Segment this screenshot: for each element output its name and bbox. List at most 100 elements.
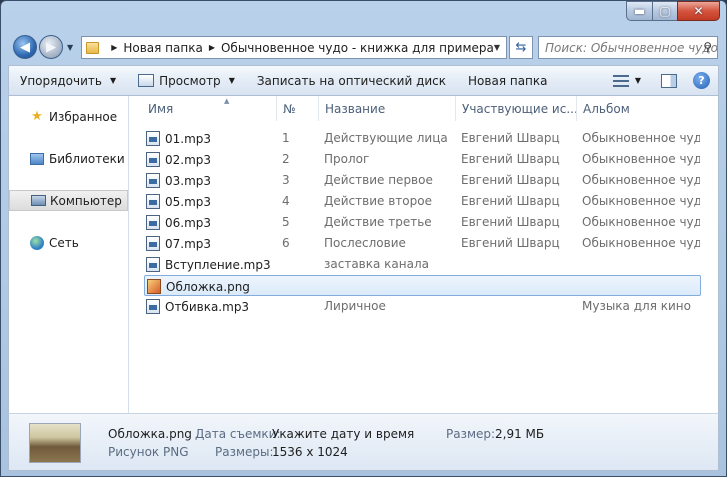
chevron-down-icon: ▼: [109, 76, 117, 85]
file-name-cell: 06.mp3: [146, 215, 276, 230]
arrow-right-icon: ▶: [46, 39, 56, 55]
back-button[interactable]: ◀: [13, 35, 37, 59]
breadcrumb-separator-icon[interactable]: ▶: [111, 43, 117, 52]
details-date-value[interactable]: Укажите дату и время: [272, 427, 414, 441]
recent-pages-dropdown[interactable]: ▼: [67, 43, 73, 52]
file-artist-cell: Евгений Шварц: [461, 173, 560, 187]
breadcrumb-item[interactable]: Обычновенное чудо - книжка для примера: [221, 41, 494, 55]
nav-item-computer[interactable]: Компьютер: [9, 190, 128, 211]
file-title-cell: заставка канала: [324, 257, 429, 271]
minimize-button[interactable]: ▬: [626, 1, 652, 21]
chevron-down-icon: ▼: [228, 76, 235, 85]
organize-button[interactable]: Упорядочить ▼: [9, 66, 127, 95]
refresh-button[interactable]: ⇆: [509, 36, 533, 59]
file-name: 05.mp3: [165, 194, 212, 209]
file-name-cell: 03.mp3: [146, 173, 276, 188]
file-title-cell: Послесловие: [324, 236, 406, 250]
file-row[interactable]: 02.mp3 2 Пролог Евгений Шварц Обыкновенное ч…: [144, 149, 701, 170]
file-name: Обложка.png: [166, 279, 250, 294]
file-name: 07.mp3: [165, 236, 212, 251]
help-button[interactable]: ?: [693, 72, 710, 89]
view-button[interactable]: Просмотр ▼: [127, 66, 246, 95]
details-filename: Обложка.png: [108, 427, 192, 441]
file-name-cell: 01.mp3: [146, 131, 276, 146]
computer-icon: [30, 193, 46, 209]
file-title-cell: Действие первое: [324, 173, 433, 187]
address-dropdown-icon[interactable]: ▼: [494, 43, 500, 52]
file-title-cell: Действие третье: [324, 215, 432, 229]
file-name: Отбивка.mp3: [165, 299, 250, 314]
file-title-cell: Пролог: [324, 152, 370, 166]
forward-button[interactable]: ▶: [39, 35, 63, 59]
column-header-title[interactable]: Название: [319, 96, 456, 121]
details-dims-value: 1536 x 1024: [272, 445, 348, 459]
nav-item-network[interactable]: Сеть: [9, 232, 128, 253]
column-header-number[interactable]: №: [277, 96, 319, 121]
file-name-cell: Отбивка.mp3: [146, 299, 276, 314]
file-album-cell: Обыкновенное чудо: [582, 173, 700, 187]
view-options-icon[interactable]: [612, 74, 629, 87]
file-row[interactable]: Вступление.mp3 заставка канала: [144, 254, 701, 275]
nav-item-libraries[interactable]: Библиотеки: [9, 148, 128, 169]
file-row[interactable]: Отбивка.mp3 Лиричное Музыка для кино: [144, 296, 701, 317]
file-name: 06.mp3: [165, 215, 212, 230]
file-row[interactable]: 06.mp3 5 Действие третье Евгений Шварц Обыкн…: [144, 212, 701, 233]
nav-item-favorites[interactable]: ★ Избранное: [9, 106, 128, 127]
details-size-label: Размер:: [446, 427, 496, 441]
file-name: Вступление.mp3: [165, 257, 271, 272]
search-input[interactable]: Поиск: Обычновенное чудо ⚲: [538, 36, 718, 59]
navigation-pane: ★ Избранное Библиотеки Компьютер Сеть: [9, 96, 129, 413]
address-bar[interactable]: ▶ Новая папка ▶ Обычновенное чудо - книж…: [81, 36, 507, 59]
file-list: Имя ▲ № Название Участвующие ис... Альбо…: [130, 96, 720, 413]
file-row[interactable]: 05.mp3 4 Действие второе Евгений Шварц Обыкн…: [144, 191, 701, 212]
file-name-cell: Вступление.mp3: [146, 257, 276, 272]
file-artist-cell: Евгений Шварц: [461, 236, 560, 250]
file-name: 01.mp3: [165, 131, 212, 146]
audio-file-icon: [146, 257, 160, 272]
column-header-artists[interactable]: Участвующие ис...: [456, 96, 577, 121]
column-header-album[interactable]: Альбом: [577, 96, 707, 121]
file-num-cell: 1: [282, 131, 290, 145]
maximize-button[interactable]: ▢: [652, 1, 677, 21]
file-row[interactable]: 01.mp3 1 Действующие лица Евгений Шварц Обык…: [144, 128, 701, 149]
preview-icon: [138, 74, 155, 87]
file-title-cell: Лиричное: [324, 299, 386, 313]
chevron-down-icon[interactable]: ▼: [635, 76, 641, 85]
search-placeholder: Поиск: Обычновенное чудо: [545, 40, 718, 55]
audio-file-icon: [146, 131, 160, 146]
audio-file-icon: [146, 299, 160, 314]
nav-item-label: Сеть: [49, 235, 79, 250]
details-date-label: Дата съемки:: [195, 427, 281, 441]
breadcrumb-separator-icon[interactable]: ▶: [209, 43, 215, 52]
refresh-icon: ⇆: [515, 40, 527, 55]
sort-ascending-icon: ▲: [224, 97, 230, 105]
nav-item-label: Компьютер: [50, 193, 122, 208]
file-row[interactable]: 03.mp3 3 Действие первое Евгений Шварц Обыкн…: [144, 170, 701, 191]
details-dims-label: Размеры:: [215, 445, 274, 459]
file-row[interactable]: 07.mp3 6 Послесловие Евгений Шварц Обыкновен…: [144, 233, 701, 254]
file-num-cell: 3: [282, 173, 290, 187]
nav-item-label: Библиотеки: [49, 151, 125, 166]
new-folder-button[interactable]: Новая папка: [457, 66, 558, 95]
file-name-cell: Обложка.png: [147, 279, 277, 294]
column-header-name[interactable]: Имя ▲: [142, 96, 277, 121]
preview-pane-icon[interactable]: [661, 73, 677, 88]
organize-label: Упорядочить: [20, 73, 102, 88]
file-artist-cell: Евгений Шварц: [461, 152, 560, 166]
network-icon: [29, 235, 45, 251]
arrow-left-icon: ◀: [20, 39, 30, 55]
file-row[interactable]: Обложка.png: [144, 275, 701, 296]
file-name-cell: 07.mp3: [146, 236, 276, 251]
file-album-cell: Обыкновенное чудо: [582, 215, 700, 229]
file-artist-cell: Евгений Шварц: [461, 215, 560, 229]
file-album-cell: Обыкновенное чудо: [582, 131, 700, 145]
breadcrumb-item[interactable]: Новая папка: [123, 41, 202, 55]
file-name-cell: 02.mp3: [146, 152, 276, 167]
star-icon: ★: [31, 109, 43, 124]
navigation-bar: ◀ ▶ ▼ ▶ Новая папка ▶ Обычновенное чудо …: [1, 29, 726, 65]
file-album-cell: Обыкновенное чудо: [582, 194, 700, 208]
search-icon[interactable]: ⚲: [703, 40, 712, 54]
file-num-cell: 6: [282, 236, 290, 250]
close-button[interactable]: ✕: [677, 1, 720, 21]
burn-disc-button[interactable]: Записать на оптический диск: [246, 66, 457, 95]
